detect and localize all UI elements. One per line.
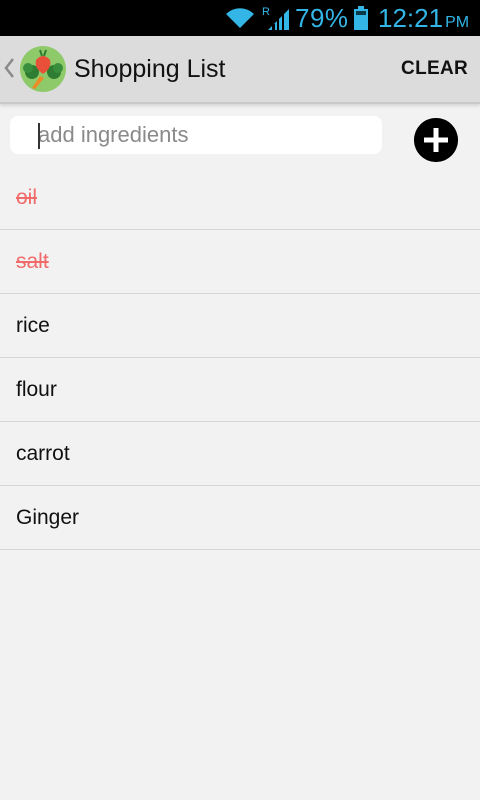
add-ingredient-row bbox=[0, 104, 480, 166]
battery-percent: 79% bbox=[295, 3, 349, 33]
status-bar: R 79% 12:21 PM bbox=[0, 0, 480, 36]
signal-roaming-icon: R bbox=[262, 6, 289, 30]
list-item[interactable]: rice bbox=[0, 294, 480, 358]
text-cursor bbox=[38, 123, 40, 149]
ingredient-list: oil salt rice flour carrot Ginger bbox=[0, 166, 480, 550]
clock-time: 12:21 bbox=[378, 3, 444, 33]
clock-ampm: PM bbox=[445, 14, 470, 31]
clear-button[interactable]: CLEAR bbox=[401, 57, 468, 81]
list-item[interactable]: carrot bbox=[0, 422, 480, 486]
list-item[interactable]: oil bbox=[0, 166, 480, 230]
svg-text:R: R bbox=[262, 6, 270, 18]
vegetables-logo-icon[interactable] bbox=[18, 46, 68, 92]
battery-icon bbox=[354, 6, 368, 30]
page-title: Shopping List bbox=[74, 55, 226, 83]
list-item[interactable]: Ginger bbox=[0, 486, 480, 550]
action-bar: Shopping List CLEAR bbox=[0, 36, 480, 104]
ingredient-input[interactable] bbox=[10, 116, 382, 154]
wifi-icon bbox=[226, 8, 254, 28]
list-item[interactable]: salt bbox=[0, 230, 480, 294]
chevron-left-icon[interactable] bbox=[3, 56, 15, 80]
add-button[interactable] bbox=[414, 118, 458, 162]
list-item[interactable]: flour bbox=[0, 358, 480, 422]
clock: 12:21 PM bbox=[378, 3, 469, 38]
